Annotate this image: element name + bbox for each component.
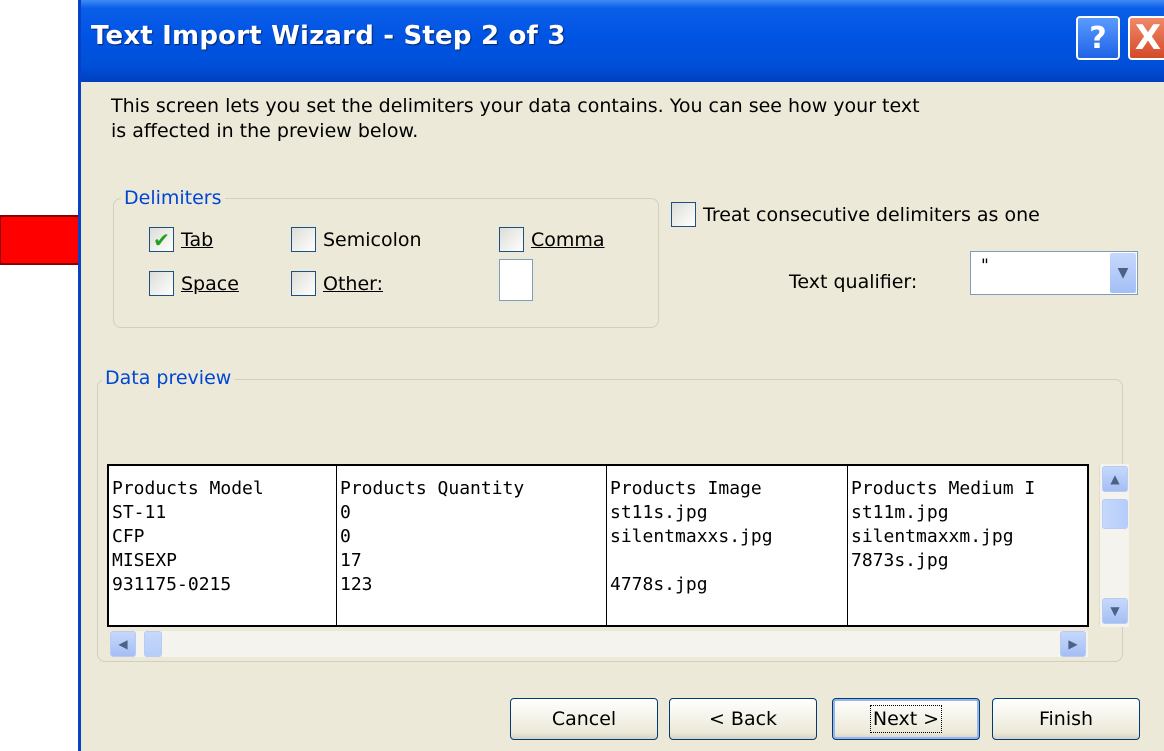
preview-cell (610, 549, 847, 573)
delimiters-group: Delimiters (113, 187, 659, 328)
preview-cell: Products Image (610, 478, 762, 499)
comma-checkbox[interactable]: Comma (499, 227, 605, 252)
back-label: < Back (708, 708, 778, 730)
cancel-button[interactable]: Cancel (510, 698, 658, 740)
preview-cell: 0 (340, 526, 351, 547)
window-title: Text Import Wizard - Step 2 of 3 (91, 21, 566, 51)
scroll-left-icon[interactable]: ◀ (110, 631, 136, 657)
other-delimiter-input[interactable] (499, 259, 533, 301)
preview-cell: 7873s.jpg (851, 550, 949, 571)
scroll-down-icon[interactable]: ▼ (1102, 598, 1128, 624)
vertical-scrollbar[interactable]: ▲ ▼ (1099, 464, 1129, 627)
checkmark-icon: ✔ (149, 227, 174, 252)
next-label: Next > (869, 705, 943, 733)
preview-cell: Products Quantity (340, 478, 525, 499)
data-preview-label: Data preview (102, 367, 235, 389)
preview-cell: silentmaxxm.jpg (851, 526, 1014, 547)
preview-cell: 931175-0215 (112, 574, 232, 595)
preview-column: Products Image st11s.jpg silentmaxxs.jpg… (607, 466, 848, 625)
horizontal-scroll-thumb[interactable] (144, 631, 162, 657)
preview-cell: CFP (112, 526, 145, 547)
close-button[interactable]: X (1128, 16, 1164, 60)
text-qualifier-select[interactable]: " ▼ (970, 251, 1138, 295)
text-qualifier-value: " (981, 256, 989, 276)
finish-label: Finish (1038, 708, 1094, 730)
treat-consecutive-checkbox[interactable]: Treat consecutive delimiters as one (671, 202, 1040, 227)
semicolon-checkbox[interactable]: Semicolon (291, 227, 422, 252)
data-preview-grid[interactable]: Products Model ST-11 CFP MISEXP 931175-0… (107, 464, 1089, 627)
title-bar: Text Import Wizard - Step 2 of 3 ? X (81, 0, 1164, 82)
treat-consecutive-label: Treat consecutive delimiters as one (703, 203, 1040, 226)
preview-cell: silentmaxxs.jpg (610, 526, 773, 547)
preview-cell: st11s.jpg (610, 502, 708, 523)
preview-cell: 17 (340, 550, 362, 571)
preview-column: Products Medium I st11m.jpg silentmaxxm.… (848, 466, 1087, 625)
comma-label: Comma (531, 228, 605, 251)
chevron-down-icon[interactable]: ▼ (1110, 253, 1136, 293)
vertical-scroll-thumb[interactable] (1102, 499, 1128, 529)
preview-cell: Products Medium I (851, 478, 1036, 499)
back-button[interactable]: < Back (669, 698, 817, 740)
horizontal-scrollbar[interactable]: ◀ ▶ (110, 631, 1088, 657)
finish-button[interactable]: Finish (992, 698, 1140, 740)
space-label: Space (181, 272, 239, 295)
tab-checkbox[interactable]: ✔ Tab (149, 227, 213, 252)
delimiters-group-label: Delimiters (121, 187, 225, 209)
next-button[interactable]: Next > (832, 698, 980, 740)
text-qualifier-label: Text qualifier: (789, 271, 918, 293)
other-label: Other: (323, 272, 384, 295)
preview-cell: st11m.jpg (851, 502, 949, 523)
intro-text: This screen lets you set the delimiters … (111, 95, 920, 142)
help-button[interactable]: ? (1076, 16, 1120, 60)
preview-cell: Products Model (112, 478, 264, 499)
preview-column: Products Model ST-11 CFP MISEXP 931175-0… (109, 466, 337, 625)
tab-label: Tab (181, 228, 214, 251)
space-checkbox[interactable]: Space (149, 271, 239, 296)
preview-cell (851, 573, 1087, 597)
scroll-up-icon[interactable]: ▲ (1102, 466, 1128, 492)
preview-cell: 4778s.jpg (610, 574, 708, 595)
preview-column: Products Quantity 0 0 17 123 (337, 466, 607, 625)
scroll-right-icon[interactable]: ▶ (1060, 631, 1086, 657)
other-checkbox[interactable]: Other: (291, 271, 383, 296)
preview-cell: 123 (340, 574, 373, 595)
cancel-label: Cancel (551, 708, 617, 730)
preview-cell: MISEXP (112, 550, 178, 571)
preview-cell: 0 (340, 502, 351, 523)
preview-cell: ST-11 (112, 502, 167, 523)
semicolon-label: Semicolon (323, 228, 422, 251)
